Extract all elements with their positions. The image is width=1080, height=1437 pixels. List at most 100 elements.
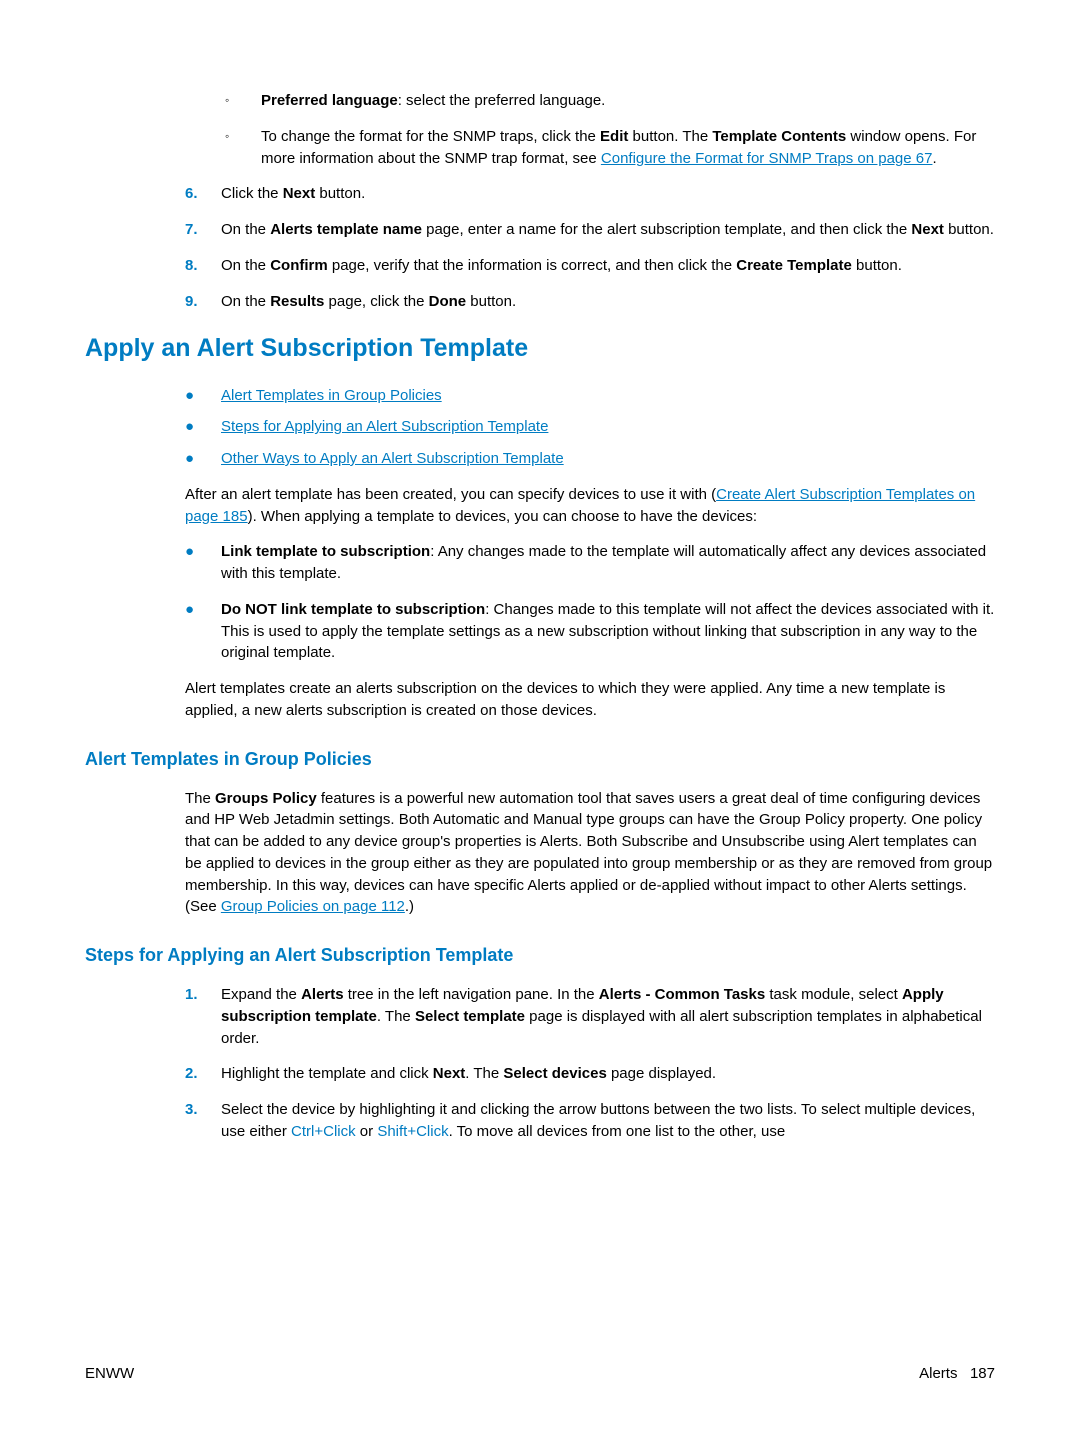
plain-text: Expand the [221, 986, 301, 1003]
step-number: 6. [185, 183, 221, 205]
plain-text: . [932, 150, 936, 167]
toc-link[interactable]: Steps for Applying an Alert Subscription… [221, 418, 548, 435]
plain-text: or [356, 1123, 378, 1140]
plain-text: button. [315, 185, 365, 202]
bullet-icon: ● [185, 541, 221, 585]
bold-text: Groups Policy [215, 790, 317, 807]
list-text: To change the format for the SNMP traps,… [261, 126, 995, 170]
step-number: 3. [185, 1099, 221, 1143]
toc-link[interactable]: Alert Templates in Group Policies [221, 387, 442, 404]
sub-bullet-item: ◦ To change the format for the SNMP trap… [225, 126, 995, 170]
step-number: 2. [185, 1063, 221, 1085]
section-heading: Apply an Alert Subscription Template [85, 330, 995, 366]
footer-section-label: Alerts [919, 1365, 957, 1382]
step-item: 3. Select the device by highlighting it … [185, 1099, 995, 1143]
plain-text: : select the preferred language. [398, 92, 606, 109]
list-text: Expand the Alerts tree in the left navig… [221, 984, 995, 1049]
list-text: Select the device by highlighting it and… [221, 1099, 995, 1143]
plain-text: . To move all devices from one list to t… [449, 1123, 786, 1140]
plain-text: On the [221, 221, 270, 238]
cross-ref-link[interactable]: Group Policies on page 112 [221, 898, 405, 915]
list-text: Do NOT link template to subscription: Ch… [221, 599, 995, 664]
keyboard-shortcut: Ctrl+Click [291, 1123, 356, 1140]
plain-text: On the [221, 257, 270, 274]
subsection-heading: Steps for Applying an Alert Subscription… [85, 942, 995, 968]
step-item: 1. Expand the Alerts tree in the left na… [185, 984, 995, 1049]
options-list: ● Link template to subscription: Any cha… [185, 541, 995, 664]
footer-page-number: 187 [970, 1365, 995, 1382]
bold-text: Results [270, 293, 324, 310]
plain-text: Click the [221, 185, 283, 202]
bold-text: Template Contents [712, 128, 846, 145]
plain-text: . The [465, 1065, 503, 1082]
numbered-list: 6. Click the Next button. 7. On the Aler… [185, 183, 995, 312]
footer-right: Alerts 187 [919, 1363, 995, 1385]
bullet-item: ● Steps for Applying an Alert Subscripti… [185, 416, 995, 438]
page-body: ◦ Preferred language: select the preferr… [0, 0, 1080, 1217]
plain-text: features is a powerful new automation to… [185, 790, 992, 916]
plain-text: button. [944, 221, 994, 238]
plain-text: After an alert template has been created… [185, 486, 716, 503]
subsection-heading: Alert Templates in Group Policies [85, 746, 995, 772]
bullet-item: ● Link template to subscription: Any cha… [185, 541, 995, 585]
step-item: 2. Highlight the template and click Next… [185, 1063, 995, 1085]
step-number: 7. [185, 219, 221, 241]
plain-text: tree in the left navigation pane. In the [344, 986, 599, 1003]
plain-text: To change the format for the SNMP traps,… [261, 128, 600, 145]
bold-text: Edit [600, 128, 628, 145]
keyboard-shortcut: Shift+Click [377, 1123, 448, 1140]
bold-text: Create Template [736, 257, 852, 274]
list-text: On the Results page, click the Done butt… [221, 291, 995, 313]
bold-text: Alerts [301, 986, 344, 1003]
bold-text: Select devices [503, 1065, 606, 1082]
steps-list: 1. Expand the Alerts tree in the left na… [185, 984, 995, 1143]
step-item: 8. On the Confirm page, verify that the … [185, 255, 995, 277]
plain-text: .) [405, 898, 414, 915]
body-paragraph: After an alert template has been created… [185, 484, 995, 528]
list-text: Click the Next button. [221, 183, 995, 205]
plain-text: On the [221, 293, 270, 310]
bold-text: Next [433, 1065, 466, 1082]
body-paragraph: The Groups Policy features is a powerful… [185, 788, 995, 919]
circle-bullet-icon: ◦ [225, 126, 261, 170]
list-text: Highlight the template and click Next. T… [221, 1063, 995, 1085]
plain-text: button. [466, 293, 516, 310]
step-number: 1. [185, 984, 221, 1049]
plain-text: page, enter a name for the alert subscri… [422, 221, 911, 238]
step-number: 9. [185, 291, 221, 313]
bold-text: Alerts template name [270, 221, 422, 238]
bold-text: Do NOT link template to subscription [221, 601, 485, 618]
cross-ref-link[interactable]: Configure the Format for SNMP Traps on p… [601, 150, 933, 167]
page-footer: ENWW Alerts 187 [85, 1363, 995, 1385]
step-number: 8. [185, 255, 221, 277]
bold-text: Confirm [270, 257, 328, 274]
list-text: Link template to subscription: Any chang… [221, 541, 995, 585]
list-text: Preferred language: select the preferred… [261, 90, 995, 112]
body-paragraph: Alert templates create an alerts subscri… [185, 678, 995, 722]
bullet-icon: ● [185, 385, 221, 407]
bold-text: Done [429, 293, 467, 310]
plain-text: page, verify that the information is cor… [328, 257, 737, 274]
bullet-item: ● Alert Templates in Group Policies [185, 385, 995, 407]
bullet-item: ● Other Ways to Apply an Alert Subscript… [185, 448, 995, 470]
nested-list: ◦ Preferred language: select the preferr… [225, 90, 995, 169]
plain-text: page, click the [324, 293, 428, 310]
step-item: 9. On the Results page, click the Done b… [185, 291, 995, 313]
plain-text: Highlight the template and click [221, 1065, 433, 1082]
sub-bullet-item: ◦ Preferred language: select the preferr… [225, 90, 995, 112]
bullet-item: ● Do NOT link template to subscription: … [185, 599, 995, 664]
bold-text: Alerts - Common Tasks [599, 986, 765, 1003]
plain-text: page displayed. [607, 1065, 716, 1082]
plain-text: button. [852, 257, 902, 274]
link-bullet-list: ● Alert Templates in Group Policies ● St… [185, 385, 995, 470]
step-item: 7. On the Alerts template name page, ent… [185, 219, 995, 241]
plain-text: button. The [628, 128, 712, 145]
bold-text: Preferred language [261, 92, 398, 109]
circle-bullet-icon: ◦ [225, 90, 261, 112]
bold-text: Select template [415, 1008, 525, 1025]
bold-text: Link template to subscription [221, 543, 430, 560]
toc-link[interactable]: Other Ways to Apply an Alert Subscriptio… [221, 450, 564, 467]
plain-text: The [185, 790, 215, 807]
list-text: On the Confirm page, verify that the inf… [221, 255, 995, 277]
plain-text: ). When applying a template to devices, … [248, 508, 757, 525]
